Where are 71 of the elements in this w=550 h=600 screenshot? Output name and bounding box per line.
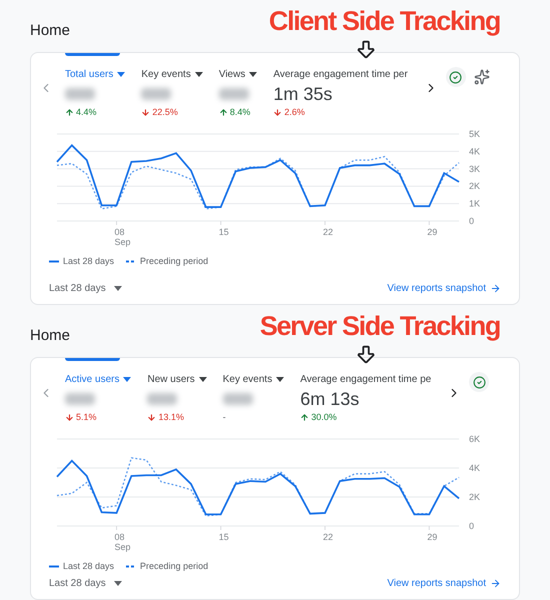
arrow-right-icon xyxy=(490,578,501,589)
metric-tab[interactable]: Total users xyxy=(65,67,126,82)
date-range-dropdown[interactable]: Last 28 days xyxy=(49,281,122,296)
axis-tick-label: 3K xyxy=(469,163,480,174)
change-indicator: 30.0% xyxy=(300,411,432,424)
caret-icon xyxy=(114,286,122,291)
change-indicator: 2.6% xyxy=(273,106,408,120)
view-reports-link[interactable]: View reports snapshot xyxy=(387,576,501,591)
axis-tick-label: 4K xyxy=(469,462,480,472)
axis-tick-label: 2K xyxy=(469,180,480,191)
change-indicator: 4.4% xyxy=(65,106,126,120)
dashed-line-legend-icon xyxy=(126,564,136,568)
page-title: Home xyxy=(30,20,70,41)
arrow-right-icon xyxy=(490,283,501,294)
selected-tab-indicator xyxy=(65,358,120,361)
metric-value: 6m 13s xyxy=(300,390,360,408)
dashed-line-legend-icon xyxy=(126,260,136,263)
metric-tab[interactable]: Active users xyxy=(65,372,132,387)
axis-tick-label: 0 xyxy=(469,216,474,226)
metric-value: 1m 35s xyxy=(273,85,332,103)
page-title: Home xyxy=(30,326,70,346)
blurred-value xyxy=(222,393,253,405)
axis-tick-label: 29 xyxy=(427,226,438,236)
change-indicator: 22.5% xyxy=(141,106,203,120)
solid-line-legend-icon xyxy=(49,260,59,263)
axis-tick-label: 15 xyxy=(218,226,229,236)
legend-label: Last 28 days xyxy=(63,560,114,573)
legend-label: Preceding period xyxy=(140,560,208,573)
metric-tab[interactable]: Key events xyxy=(141,67,203,82)
blurred-value xyxy=(147,393,178,405)
axis-month-label: Sep xyxy=(114,236,131,246)
axis-tick-label: 5K xyxy=(469,128,480,138)
check-icon[interactable] xyxy=(469,372,490,392)
blurred-value xyxy=(141,88,172,100)
axis-month-label: Sep xyxy=(114,542,131,552)
axis-tick-label: 22 xyxy=(323,532,334,542)
selected-tab-indicator xyxy=(65,53,120,56)
axis-tick-label: 08 xyxy=(114,532,125,542)
blurred-value xyxy=(65,88,95,100)
metric-tab[interactable]: Key events xyxy=(222,372,284,387)
change-indicator: 13.1% xyxy=(147,411,207,424)
date-range-dropdown[interactable]: Last 28 days xyxy=(49,576,122,591)
metric-tab[interactable]: Average engagement time per xyxy=(273,67,408,82)
arrow-down-icon xyxy=(355,343,377,365)
change-indicator: 5.1% xyxy=(65,411,132,424)
axis-tick-label: 22 xyxy=(323,226,334,236)
change-indicator: - xyxy=(222,411,227,424)
arrow-down-icon xyxy=(355,38,377,60)
view-reports-link[interactable]: View reports snapshot xyxy=(387,281,501,296)
annotation-title: Server Side Tracking xyxy=(260,313,500,340)
legend-label: Preceding period xyxy=(140,254,208,268)
axis-tick-label: 1K xyxy=(469,198,480,208)
axis-tick-label: 6K xyxy=(469,434,480,444)
metric-tab[interactable]: New users xyxy=(147,372,207,387)
metric-tab[interactable]: Average engagement time pe xyxy=(300,372,432,387)
axis-tick-label: 08 xyxy=(114,226,125,236)
axis-tick-label: 2K xyxy=(469,492,480,502)
legend-label: Last 28 days xyxy=(63,254,114,268)
blurred-value xyxy=(65,393,95,405)
metric-tab[interactable]: Views xyxy=(218,67,258,82)
change-indicator: 8.4% xyxy=(218,106,258,120)
annotation-title: Client Side Tracking xyxy=(268,8,500,35)
axis-tick-label: 29 xyxy=(427,532,438,542)
blurred-value xyxy=(218,88,249,100)
axis-tick-label: 4K xyxy=(469,146,480,156)
axis-tick-label: 0 xyxy=(469,520,474,530)
caret-icon xyxy=(114,581,122,586)
solid-line-legend-icon xyxy=(49,564,59,568)
axis-tick-label: 15 xyxy=(218,532,229,542)
sparkle-icon[interactable] xyxy=(474,69,490,85)
check-icon[interactable] xyxy=(446,67,466,87)
